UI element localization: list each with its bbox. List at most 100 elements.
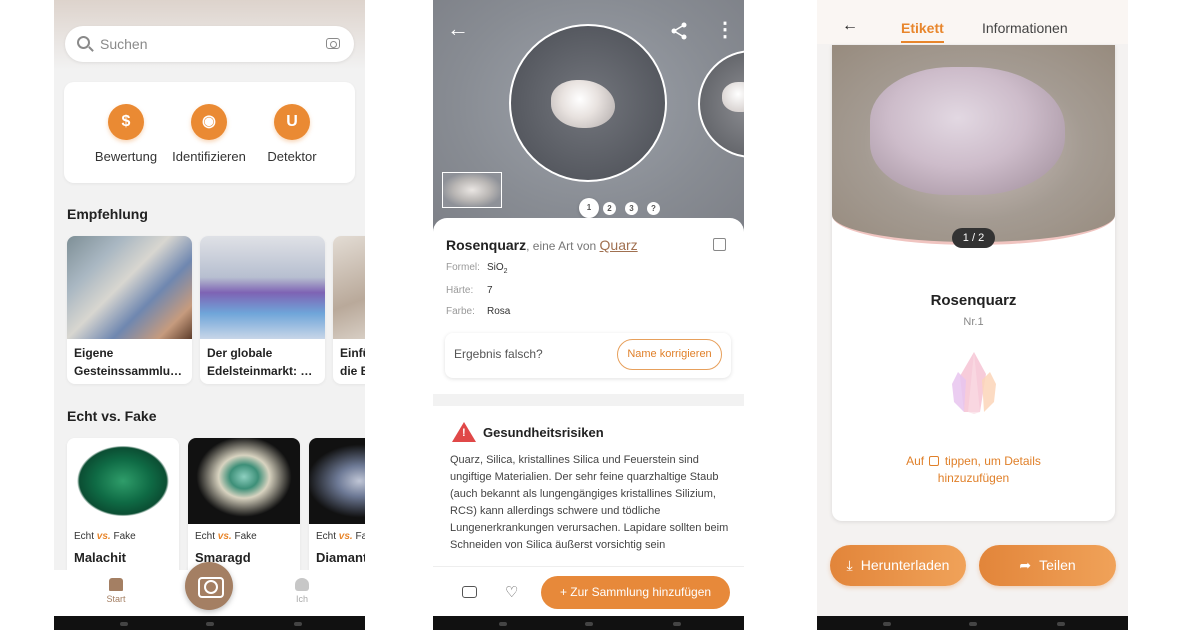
tab-label: Ich xyxy=(295,594,308,604)
card-image xyxy=(309,438,365,524)
card-title-line1: Eigene xyxy=(74,346,114,360)
property-hardness: Härte: 7 xyxy=(446,285,493,296)
tab-label: Start xyxy=(106,594,126,604)
add-details-hint: Auf tippen, um Details hinzuzufügen xyxy=(906,454,1041,485)
edit-icon[interactable] xyxy=(929,456,940,466)
parent-species-link[interactable]: Quarz xyxy=(600,237,638,253)
card-title-line2: Gesteinssammlun… xyxy=(74,364,186,378)
edit-icon[interactable] xyxy=(713,238,726,251)
system-nav-bar xyxy=(433,616,744,630)
back-arrow-icon[interactable]: ← xyxy=(447,18,469,40)
camera-icon[interactable] xyxy=(462,586,477,598)
tool-appraisal[interactable]: $ Bewertung xyxy=(81,104,171,164)
card-title-line1: Einfü xyxy=(340,346,365,360)
back-arrow-icon[interactable]: ← xyxy=(842,18,858,34)
section-divider xyxy=(433,394,744,406)
recommendation-card[interactable]: Eigene Gesteinssammlun… xyxy=(67,236,192,384)
wrong-result-question: Ergebnis falsch? xyxy=(454,347,543,361)
property-label: Farbe: xyxy=(446,306,475,317)
real-vs-fake-card[interactable]: Echt vs. Fake Smaragd xyxy=(188,438,300,578)
camera-scan-button[interactable] xyxy=(185,562,233,610)
pager-dot[interactable]: 1 xyxy=(579,198,599,218)
specimen-name: Rosenquarz xyxy=(930,292,1017,309)
card-image xyxy=(333,236,365,339)
pager-dot[interactable]: 3 xyxy=(625,202,638,215)
pager-dot[interactable]: ? xyxy=(647,202,660,215)
share-arrow-icon: ➦ xyxy=(1019,557,1032,573)
download-button[interactable]: ⤓ Herunterladen xyxy=(830,545,966,586)
label-screen: ← Etikett Informationen 1 / 2 Rosenquarz… xyxy=(817,0,1128,630)
recommendation-card[interactable]: Der globale Edelsteinmarkt: Ei… xyxy=(200,236,325,384)
specimen-photo[interactable] xyxy=(832,45,1115,245)
pager-dot[interactable]: 2 xyxy=(603,202,616,215)
property-color: Farbe: Rosa xyxy=(446,306,510,317)
card-title: Malachit xyxy=(74,550,127,565)
card-subtitle: Echt vs. Fa xyxy=(316,531,365,542)
property-label: Härte: xyxy=(446,285,474,296)
specimen-photo-next[interactable] xyxy=(698,50,744,158)
tool-identify[interactable]: ◉ Identifizieren xyxy=(164,104,254,164)
card-image xyxy=(200,236,325,339)
card-title: Diamant xyxy=(316,550,365,565)
specimen-number: Nr.1 xyxy=(963,316,984,328)
specimen-gallery[interactable]: ← ⋮ 1 2 3 ? xyxy=(433,0,744,232)
camera-search-icon[interactable] xyxy=(326,38,340,49)
dollar-coin-icon: $ xyxy=(108,104,144,140)
more-options-icon[interactable]: ⋮ xyxy=(715,20,735,40)
tools-panel: $ Bewertung ◉ Identifizieren U Detektor xyxy=(64,82,355,183)
specimen-photo xyxy=(509,24,667,182)
recommendation-card[interactable]: Einfü die B xyxy=(333,236,365,384)
health-risks-text: Quarz, Silica, kristallines Silica und F… xyxy=(450,454,729,551)
label-header: ← Etikett Informationen xyxy=(817,0,1128,44)
warning-icon: ! xyxy=(452,422,476,442)
card-image xyxy=(67,236,192,339)
system-nav-bar xyxy=(817,616,1128,630)
species-title: Rosenquarz, eine Art von Quarz xyxy=(446,237,638,253)
add-to-collection-button[interactable]: + Zur Sammlung hinzufügen xyxy=(541,576,730,609)
card-image xyxy=(188,438,300,524)
camera-icon: ◉ xyxy=(191,104,227,140)
property-subscript: 2 xyxy=(503,268,508,275)
property-label: Formel: xyxy=(446,262,480,273)
detail-action-bar: ♡ + Zur Sammlung hinzufügen xyxy=(433,566,744,616)
user-icon xyxy=(295,578,309,591)
tool-label: Identifizieren xyxy=(172,149,246,164)
real-vs-fake-card[interactable]: Echt vs. Fa Diamant xyxy=(309,438,365,578)
share-button[interactable]: ➦ Teilen xyxy=(979,545,1116,586)
property-formula: Formel: SiO2 xyxy=(446,262,508,275)
share-icon[interactable] xyxy=(669,21,689,41)
recommendation-heading: Empfehlung xyxy=(67,206,148,222)
card-image xyxy=(67,438,179,524)
tab-start[interactable]: Start xyxy=(86,578,146,604)
tab-information[interactable]: Informationen xyxy=(982,20,1068,36)
health-risks-heading: Gesundheitsrisiken xyxy=(483,425,604,440)
share-button-label: Teilen xyxy=(1039,557,1076,573)
download-button-label: Herunterladen xyxy=(860,557,950,573)
tab-me[interactable]: Ich xyxy=(272,578,332,604)
detail-screen: ← ⋮ 1 2 3 ? Rosenquarz, eine Art von Qua… xyxy=(433,0,744,630)
crystal-icon xyxy=(952,352,996,414)
photo-pager: 1 / 2 xyxy=(952,228,995,248)
label-card: 1 / 2 Rosenquarz Nr.1 Auf tippen, um Det… xyxy=(832,45,1115,521)
system-nav-bar xyxy=(54,616,365,630)
real-vs-fake-heading: Echt vs. Fake xyxy=(67,408,157,424)
property-value: 7 xyxy=(487,285,493,296)
card-title-line1: Der globale xyxy=(207,346,273,360)
species-kind-text: , eine Art von xyxy=(526,239,600,253)
card-subtitle: Echt vs. Fake xyxy=(74,531,136,542)
card-title-line2: Edelsteinmarkt: Ei… xyxy=(207,364,319,378)
tab-label[interactable]: Etikett xyxy=(901,20,944,43)
wishlist-heart-icon[interactable]: ♡ xyxy=(505,583,518,601)
real-vs-fake-card[interactable]: Echt vs. Fake Malachit xyxy=(67,438,179,578)
original-photo-thumbnail[interactable] xyxy=(442,172,502,208)
species-name: Rosenquarz xyxy=(446,237,527,253)
search-bar[interactable]: Suchen xyxy=(65,26,354,62)
correct-name-button[interactable]: Name korrigieren xyxy=(617,339,722,370)
home-icon xyxy=(109,578,123,591)
tool-label: Bewertung xyxy=(94,149,158,164)
search-icon xyxy=(77,36,90,49)
tool-detector[interactable]: U Detektor xyxy=(247,104,337,164)
wrong-result-box: Ergebnis falsch? Name korrigieren xyxy=(445,333,731,378)
magnet-icon: U xyxy=(274,104,310,140)
search-placeholder: Suchen xyxy=(100,36,148,52)
